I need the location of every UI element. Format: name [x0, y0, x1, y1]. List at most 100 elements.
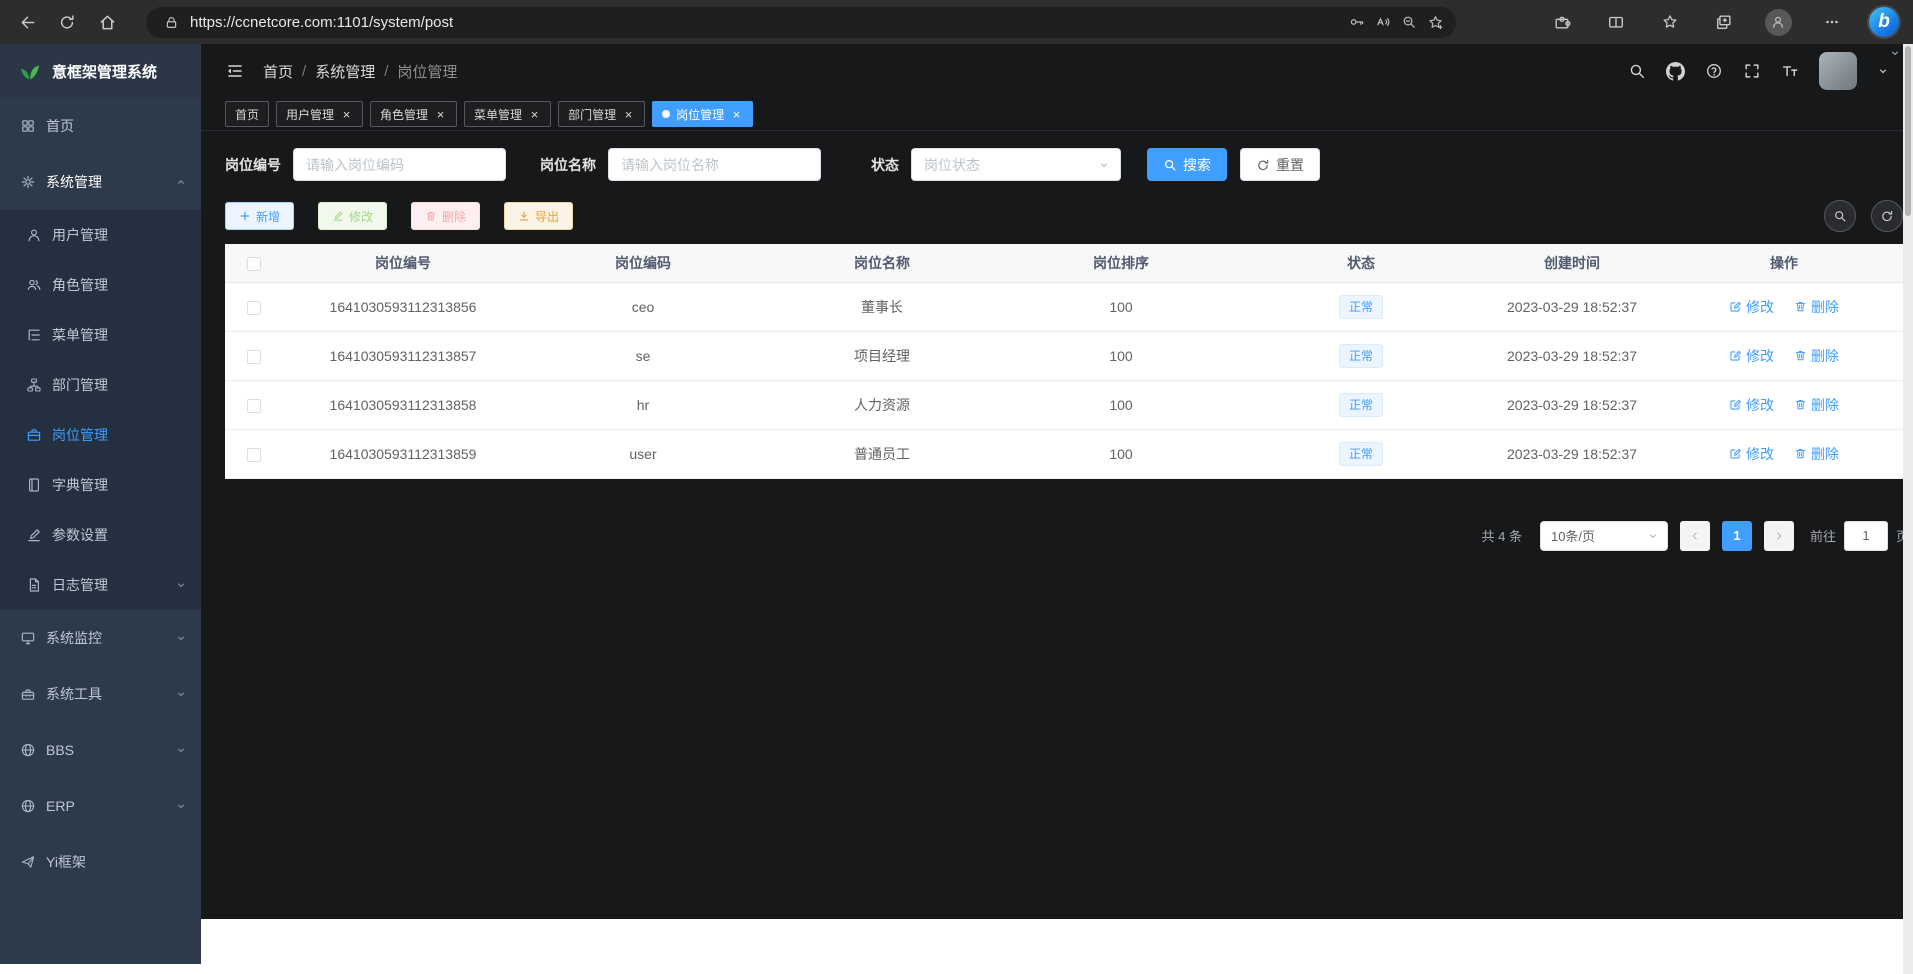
tab-dept-management[interactable]: 部门管理 × — [558, 101, 645, 127]
post-code-input[interactable] — [293, 148, 506, 181]
search-button[interactable]: 搜索 — [1147, 148, 1227, 181]
user-avatar[interactable] — [1819, 52, 1857, 90]
sidebar-item-dept-management[interactable]: 部门管理 — [0, 360, 201, 410]
row-edit-link[interactable]: 修改 — [1729, 444, 1774, 464]
sidebar-collapse-caret-icon[interactable] — [1889, 47, 1901, 59]
github-icon — [1666, 62, 1685, 81]
row-checkbox[interactable] — [247, 301, 261, 315]
row-delete-link[interactable]: 删除 — [1794, 444, 1839, 464]
jump-page-input[interactable] — [1844, 521, 1888, 551]
avatar-caret-down-icon[interactable] — [1877, 65, 1889, 77]
sidebar-item-config-settings[interactable]: 参数设置 — [0, 510, 201, 560]
tab-menu-management[interactable]: 菜单管理 × — [464, 101, 551, 127]
reset-button[interactable]: 重置 — [1240, 148, 1320, 181]
collections-button[interactable] — [1707, 5, 1741, 39]
sidebar-item-user-management[interactable]: 用户管理 — [0, 210, 201, 260]
page-number-current[interactable]: 1 — [1722, 521, 1752, 551]
fullscreen-button[interactable] — [1743, 62, 1761, 80]
app-logo[interactable]: 意框架管理系统 — [0, 44, 201, 98]
sidebar-item-post-management[interactable]: 岗位管理 — [0, 410, 201, 460]
settings-menu-button[interactable] — [1815, 5, 1849, 39]
tab-post-management[interactable]: 岗位管理 × — [652, 101, 753, 127]
next-page-button[interactable] — [1764, 521, 1794, 551]
sidebar-item-bbs[interactable]: BBS — [0, 722, 201, 778]
sidebar-item-dict-management[interactable]: 字典管理 — [0, 460, 201, 510]
app-title: 意框架管理系统 — [52, 61, 157, 82]
refresh-button[interactable] — [50, 5, 84, 39]
edit-button[interactable]: 修改 — [318, 202, 387, 230]
breadcrumb-home[interactable]: 首页 — [263, 61, 293, 82]
page-scrollbar[interactable] — [1903, 44, 1913, 974]
tab-user-management[interactable]: 用户管理 × — [276, 101, 363, 127]
split-screen-button[interactable] — [1599, 5, 1633, 39]
breadcrumb-current: 岗位管理 — [397, 61, 457, 82]
export-button[interactable]: 导出 — [504, 202, 573, 230]
col-status: 状态 — [1241, 244, 1481, 282]
app-navbar: 首页 / 系统管理 / 岗位管理 — [201, 44, 1913, 98]
sidebar-item-role-management[interactable]: 角色管理 — [0, 260, 201, 310]
sidebar-item-log-management[interactable]: 日志管理 — [0, 560, 201, 610]
favorites-bar-button[interactable] — [1653, 5, 1687, 39]
edit-icon — [1729, 447, 1742, 460]
extensions-button[interactable] — [1545, 5, 1579, 39]
sidebar-item-home[interactable]: 首页 — [0, 98, 201, 154]
prev-page-button[interactable] — [1680, 521, 1710, 551]
breadcrumb-section[interactable]: 系统管理 — [315, 61, 375, 82]
sidebar-item-yi-framework[interactable]: Yi框架 — [0, 834, 201, 890]
github-button[interactable] — [1666, 62, 1685, 81]
content-area: 首页 / 系统管理 / 岗位管理 — [201, 44, 1913, 919]
row-edit-link[interactable]: 修改 — [1729, 346, 1774, 366]
home-button[interactable] — [90, 5, 124, 39]
url-text[interactable]: https://ccnetcore.com:1101/system/post — [190, 14, 1344, 31]
tab-close-icon[interactable]: × — [340, 108, 353, 121]
chevron-right-icon — [1773, 530, 1785, 542]
row-checkbox[interactable] — [247, 350, 261, 364]
toggle-search-button[interactable] — [1824, 200, 1856, 232]
tab-close-icon[interactable]: × — [622, 108, 635, 121]
post-name-input[interactable] — [608, 148, 821, 181]
add-button[interactable]: 新增 — [225, 202, 294, 230]
sidebar-item-menu-management[interactable]: 菜单管理 — [0, 310, 201, 360]
site-lock-icon[interactable] — [158, 9, 184, 35]
main-area: 首页 / 系统管理 / 岗位管理 — [201, 44, 1913, 964]
tab-close-icon[interactable]: × — [730, 108, 743, 121]
sidebar-toggle-button[interactable] — [225, 61, 245, 81]
favorites-star-icon[interactable] — [1422, 9, 1448, 35]
bing-copilot-button[interactable]: b — [1869, 7, 1899, 37]
tab-role-management[interactable]: 角色管理 × — [370, 101, 457, 127]
trash-icon — [1794, 398, 1807, 411]
font-size-button[interactable] — [1781, 62, 1799, 80]
row-delete-link[interactable]: 删除 — [1794, 297, 1839, 317]
tab-close-icon[interactable]: × — [434, 108, 447, 121]
zoom-indicator-icon[interactable] — [1396, 9, 1422, 35]
sidebar-item-system-tools[interactable]: 系统工具 — [0, 666, 201, 722]
sidebar-item-erp[interactable]: ERP — [0, 778, 201, 834]
password-key-icon[interactable] — [1344, 9, 1370, 35]
row-checkbox[interactable] — [247, 399, 261, 413]
read-aloud-icon[interactable] — [1370, 9, 1396, 35]
page-size-select[interactable]: 10条/页 — [1540, 521, 1668, 551]
sidebar-item-system-monitor[interactable]: 系统监控 — [0, 610, 201, 666]
tab-close-icon[interactable]: × — [528, 108, 541, 121]
profile-button[interactable] — [1761, 5, 1795, 39]
scrollbar-thumb[interactable] — [1905, 46, 1911, 216]
refresh-table-button[interactable] — [1871, 200, 1903, 232]
status-badge: 正常 — [1339, 442, 1383, 466]
paper-plane-icon — [20, 854, 36, 870]
trash-icon — [1794, 447, 1807, 460]
sidebar-item-system-management[interactable]: 系统管理 — [0, 154, 201, 210]
row-edit-link[interactable]: 修改 — [1729, 395, 1774, 415]
row-delete-link[interactable]: 删除 — [1794, 395, 1839, 415]
row-checkbox[interactable] — [247, 448, 261, 462]
address-bar[interactable]: https://ccnetcore.com:1101/system/post — [146, 7, 1456, 38]
table-tools — [1824, 200, 1903, 232]
back-button[interactable] — [10, 5, 44, 39]
tab-home[interactable]: 首页 — [225, 101, 269, 127]
select-all-checkbox[interactable] — [247, 257, 261, 271]
row-edit-link[interactable]: 修改 — [1729, 297, 1774, 317]
help-button[interactable] — [1705, 62, 1723, 80]
header-search-button[interactable] — [1628, 62, 1646, 80]
status-select[interactable]: 岗位状态 — [911, 148, 1121, 181]
delete-button[interactable]: 删除 — [411, 202, 480, 230]
row-delete-link[interactable]: 删除 — [1794, 346, 1839, 366]
